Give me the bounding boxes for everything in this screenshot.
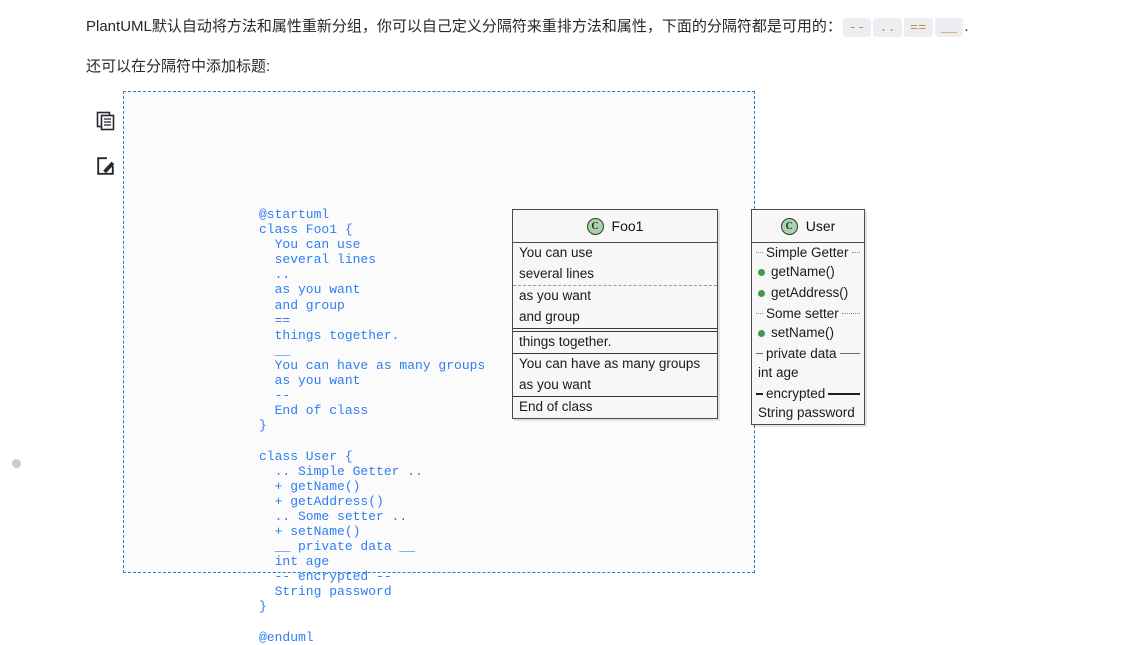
plantuml-source-code[interactable]: @startuml class Foo1 { You can use sever… <box>259 207 485 645</box>
separator-label: encrypted <box>766 386 826 401</box>
separator-code-underscore: __ <box>934 18 964 37</box>
uml-text-row: int age <box>758 365 799 380</box>
uml-member-label: getName() <box>771 264 835 279</box>
visibility-public-icon <box>758 268 765 276</box>
uml-class-header: C User <box>752 210 864 243</box>
separator-label: Simple Getter <box>766 245 849 260</box>
separator-label: Some setter <box>766 306 839 321</box>
uml-text-row: as you want <box>519 288 592 303</box>
intro-paragraph-text: PlantUML默认自动将方法和属性重新分组，你可以自己定义分隔符来重排方法和属… <box>86 18 842 35</box>
uml-member-row: setName() <box>752 323 864 344</box>
uml-class-name: Foo1 <box>611 218 644 234</box>
copy-icon[interactable] <box>95 110 117 132</box>
separator-code-dash: -- <box>842 18 872 37</box>
separator-rule-left <box>756 353 763 354</box>
plantuml-preview-container: @startuml class Foo1 { You can use sever… <box>123 91 865 645</box>
class-stereotype-icon: C <box>780 217 798 235</box>
separator-rule-left <box>756 313 763 314</box>
class-stereotype-icon: C <box>586 217 604 235</box>
separator-rule-right <box>828 392 860 395</box>
uml-text-row: things together. <box>519 334 612 349</box>
separator-rule-left <box>756 252 763 253</box>
uml-titled-separator: Simple Getter <box>752 243 864 262</box>
uml-text-row: You can use <box>519 245 593 260</box>
uml-class-foo1: C Foo1 You can use several lines as you want… <box>512 209 718 419</box>
rendered-class-diagram: C Foo1 You can use several lines as you want… <box>511 201 871 425</box>
secondary-paragraph: 还可以在分隔符中添加标题: <box>86 58 271 75</box>
uml-text-row: String password <box>758 405 855 420</box>
uml-text-row: End of class <box>519 399 593 414</box>
separator-rule-right <box>839 353 860 354</box>
uml-titled-separator: private data <box>752 344 864 363</box>
intro-paragraph: PlantUML默认自动将方法和属性重新分组，你可以自己定义分隔符来重排方法和属… <box>86 15 968 39</box>
separator-label: private data <box>766 346 837 361</box>
uml-class-body: Simple Getter getName() getAddress() Some s… <box>752 243 864 424</box>
uml-class-name: User <box>805 218 836 234</box>
uml-class-user: C User Simple Getter getName() getAddress() S… <box>751 209 865 425</box>
uml-member-row: getAddress() <box>752 283 864 304</box>
edit-icon[interactable] <box>95 155 117 177</box>
uml-text-row: and group <box>519 309 580 324</box>
uml-text-row: as you want <box>519 377 592 392</box>
uml-member-label: setName() <box>771 325 835 340</box>
separator-rule-right <box>851 252 860 253</box>
separator-code-equals: == <box>904 18 933 37</box>
uml-titled-separator: Some setter <box>752 304 864 323</box>
uml-titled-separator: encrypted <box>752 384 864 403</box>
uml-text-row: You can have as many groups <box>519 356 701 371</box>
uml-member-label: getAddress() <box>771 285 849 300</box>
uml-class-body: You can use several lines as you want and g… <box>513 243 717 418</box>
uml-member-row: getName() <box>752 262 864 283</box>
separator-rule-right <box>841 313 860 314</box>
intro-paragraph-tail: . <box>964 18 969 35</box>
uml-class-header: C Foo1 <box>513 210 717 243</box>
separator-code-dot: .. <box>873 18 903 37</box>
visibility-public-icon <box>758 329 765 337</box>
uml-text-row: several lines <box>519 266 595 281</box>
visibility-public-icon <box>758 289 765 297</box>
margin-dot <box>12 459 21 468</box>
separator-rule-left <box>756 392 763 395</box>
